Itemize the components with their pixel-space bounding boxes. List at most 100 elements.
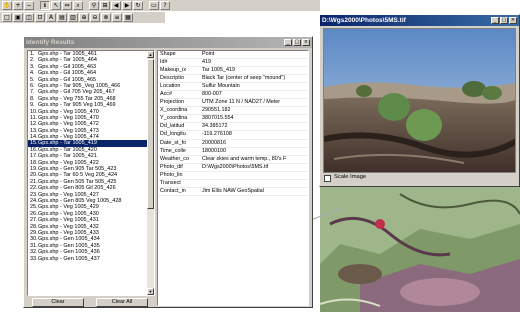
attribute-row: Photo_lin xyxy=(158,172,308,180)
clear-button[interactable]: Clear xyxy=(32,298,84,307)
maximize-icon[interactable]: □ xyxy=(293,39,301,46)
select-icon[interactable]: ↖ xyxy=(51,1,61,10)
attribute-value: 18000100 xyxy=(202,147,226,154)
list-item-label: Gps.shp - Gen 805 Veg 1005_428 xyxy=(38,197,122,204)
attribute-row: Projection UTM Zone 11 N / NAD27 / Meter xyxy=(158,99,308,108)
next-extent-icon[interactable]: ▶ xyxy=(122,1,132,10)
attribute-row: Transect xyxy=(158,180,308,188)
list-item-label: Gps.shp - Veg 1005_472 xyxy=(38,121,99,128)
attribute-value: UTM Zone 11 N / NAD27 / Meter xyxy=(202,99,281,106)
attribute-name: Makeup_ix xyxy=(160,67,187,74)
list-item-label: Gps.shp - Veg 1005_427 xyxy=(38,191,99,198)
scroll-up-icon[interactable]: ▲ xyxy=(147,51,154,58)
attribute-row: Y_coordina 3807015.554 xyxy=(158,115,308,124)
attribute-value: -119.276108 xyxy=(202,131,232,138)
attribute-row: Dd_latitud 34.385172 xyxy=(158,123,308,132)
attribute-row: Makeup_ix Tar 1005_419 xyxy=(158,67,308,76)
attribute-value: 3807015.554 xyxy=(202,115,234,122)
site-photo xyxy=(323,28,516,173)
list-item-label: Gps.shp - Tar 60 5 Veg 205_424 xyxy=(38,172,118,179)
attribute-name: Contact_in xyxy=(160,187,186,194)
maximize-icon[interactable]: □ xyxy=(500,17,508,24)
scroll-thumb[interactable] xyxy=(147,59,154,209)
attribute-value: 34.385172 xyxy=(202,123,228,130)
identify-icon[interactable]: ℹ xyxy=(40,1,50,10)
list-item-label: Gps.shp - Gil 1005_464 xyxy=(38,70,97,77)
attribute-value: 419 xyxy=(202,59,211,66)
list-item-number: 33. xyxy=(30,255,38,262)
tool-b-icon[interactable]: ▣ xyxy=(13,13,23,22)
close-icon[interactable]: × xyxy=(302,39,310,46)
list-item-label: Gps.shp - Tar 1005_464 xyxy=(38,57,97,64)
tool-j-icon[interactable]: ⊗ xyxy=(101,13,111,22)
tool-d-icon[interactable]: ⊡ xyxy=(35,13,45,22)
attribute-name: Id# xyxy=(160,59,168,66)
photo-titlebar[interactable]: D:\Wgs2000\Photos\5MS.tif _ □ × xyxy=(320,15,519,26)
attribute-row: Weather_co Clear skies and warm temp., 80… xyxy=(158,156,308,164)
attribute-name: Acc# xyxy=(160,91,172,98)
scale-image-checkbox[interactable] xyxy=(324,175,331,182)
help-icon[interactable]: ? xyxy=(160,1,170,10)
list-item-label: Gps.shp - Veg 1005_473 xyxy=(38,127,99,134)
layout-icon[interactable]: ▭ xyxy=(149,1,159,10)
list-item-label: Gps.shp - Tar 1005_421 xyxy=(38,153,97,160)
tool-i-icon[interactable]: ⊖ xyxy=(90,13,100,22)
attribute-value: Clear skies and warm temp., 80's F xyxy=(202,155,287,162)
list-item-label: Gps.shp - Tar 1005_420 xyxy=(38,146,97,153)
identify-results-window: Identify Results _ □ × 1. Gps.shp - Tar 1… xyxy=(23,36,313,308)
attribute-row: Dd_longitu -119.276108 xyxy=(158,131,308,140)
minimize-icon[interactable]: _ xyxy=(491,17,499,24)
results-scrollbar[interactable]: ▲ ▼ xyxy=(147,51,154,295)
zoom-out-icon[interactable]: − xyxy=(24,1,34,10)
find-icon[interactable]: ⌕ xyxy=(73,1,83,10)
list-item-label: Gps.shp - Gil 1005_463 xyxy=(38,63,97,70)
tool-h-icon[interactable]: ⊕ xyxy=(79,13,89,22)
list-item[interactable]: 33.Gps.shp - Gen 1005_437 xyxy=(28,256,154,262)
tool-e-icon[interactable]: A xyxy=(46,13,56,22)
tool-g-icon[interactable]: ▥ xyxy=(68,13,78,22)
list-item-label: Gps.shp - Veg 1005_422 xyxy=(38,159,99,166)
attribute-name: Photo_lin xyxy=(160,171,183,178)
attribute-row: Date_st_fo 20000816 xyxy=(158,140,308,148)
identify-titlebar[interactable]: Identify Results _ □ × xyxy=(24,37,312,48)
list-item-label: Gps.shp - Veg 1005_431 xyxy=(38,217,99,224)
attribute-value xyxy=(200,172,308,179)
attribute-row: Time_colle 18000100 xyxy=(158,148,308,156)
attribute-value: Jim Ellis NAW GeoSpatial xyxy=(202,187,264,194)
minimize-icon[interactable]: _ xyxy=(284,39,292,46)
attribute-value: Sulfur Mountain xyxy=(202,83,240,90)
attribute-name: Dd_latitud xyxy=(160,123,185,130)
list-item-label: Gps.shp - Gen 1005_435 xyxy=(38,242,100,249)
attribute-value: 800-007 xyxy=(202,91,222,98)
tool-k-icon[interactable]: ≡ xyxy=(112,13,122,22)
photo-title: D:\Wgs2000\Photos\5MS.tif xyxy=(322,17,406,24)
clear-all-button[interactable]: Clear All xyxy=(96,298,148,307)
identify-title: Identify Results xyxy=(26,39,75,46)
refresh-icon[interactable]: ↻ xyxy=(133,1,143,10)
tool-a-icon[interactable]: □ xyxy=(2,13,12,22)
full-extent-icon[interactable]: ⊞ xyxy=(100,1,110,10)
tool-f-icon[interactable]: ▤ xyxy=(57,13,67,22)
attribute-value: Point xyxy=(202,51,215,57)
attribute-name: Date_st_fo xyxy=(160,139,187,146)
list-item-label: Gps.shp - Veg 1005_470 xyxy=(38,108,99,115)
tool-l-icon[interactable]: ▦ xyxy=(123,13,133,22)
tool-c-icon[interactable]: ◫ xyxy=(24,13,34,22)
attribute-name: Transect xyxy=(160,179,181,186)
results-list[interactable]: 1. Gps.shp - Tar 1005_461 2. Gps.shp - Tar … xyxy=(27,50,155,296)
scroll-down-icon[interactable]: ▼ xyxy=(147,288,154,295)
hyperlink-icon[interactable]: ⚲ xyxy=(89,1,99,10)
list-item-label: Gps.shp - Gen 905 Tar 505_423 xyxy=(38,166,117,173)
measure-icon[interactable]: ⇔ xyxy=(62,1,72,10)
attribute-row: Acc# 800-007 xyxy=(158,91,308,100)
attribute-value: D:\Wgs2000\Photos\5MS.tif xyxy=(202,163,269,170)
list-item-label: Gps.shp - Gen 505 Tar 505_425 xyxy=(38,178,117,185)
zoom-in-icon[interactable]: + xyxy=(13,1,23,10)
attribute-row: Id# 419 xyxy=(158,59,308,68)
close-icon[interactable]: × xyxy=(509,17,517,24)
list-item-label: Gps.shp - Tar 1005_419 xyxy=(38,140,97,147)
attribute-name: X_coordina xyxy=(160,107,188,114)
pan-icon[interactable]: ✋ xyxy=(2,1,12,10)
prev-extent-icon[interactable]: ◀ xyxy=(111,1,121,10)
list-item-label: Gps.shp - Gen 805 Gil 205_426 xyxy=(38,185,116,192)
